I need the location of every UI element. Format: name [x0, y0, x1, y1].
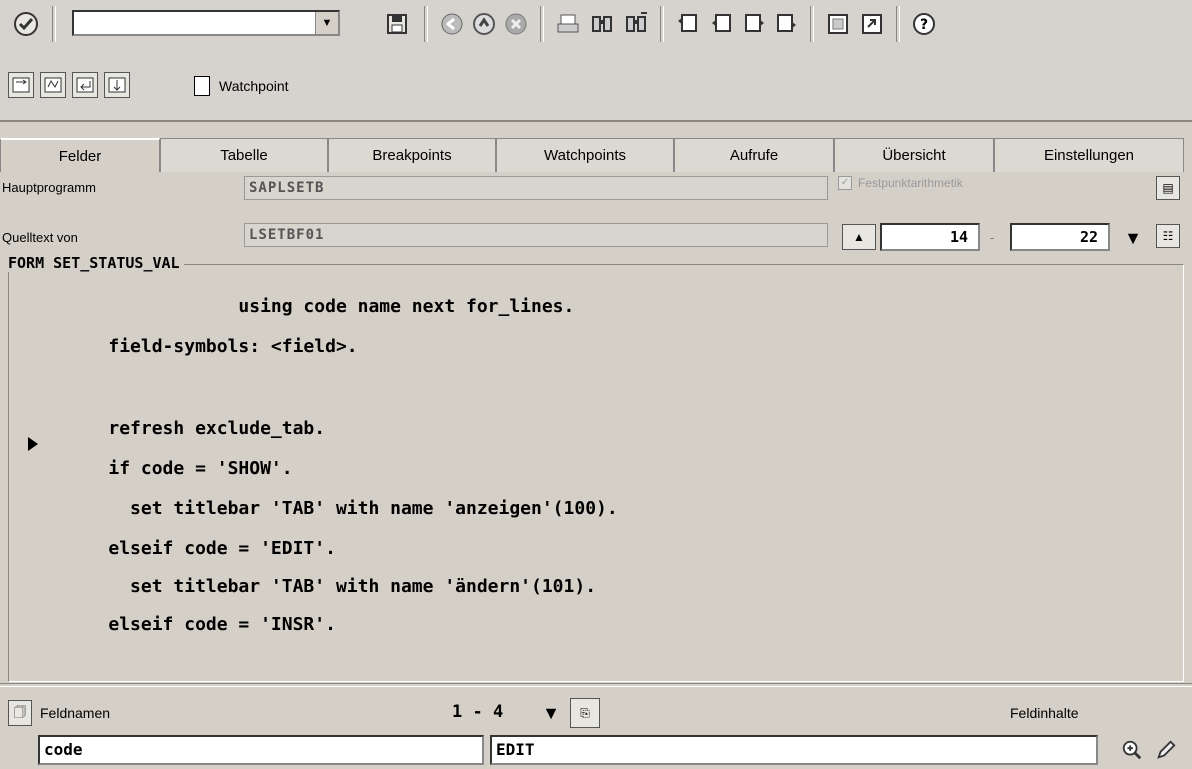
application-toolbar: Watchpoint — [0, 52, 1192, 122]
checkbox-checked-icon: ✓ — [838, 176, 852, 190]
form-title: FORM SET_STATUS_VAL — [8, 254, 184, 272]
code-line[interactable]: using code name next for_lines. — [0, 296, 574, 326]
create-session-icon[interactable] — [824, 10, 852, 38]
scroll-up-icon[interactable]: ▲ — [842, 224, 876, 250]
enter-icon[interactable] — [12, 10, 40, 38]
tab-uebersicht[interactable]: Übersicht — [834, 138, 994, 172]
previous-page-icon[interactable] — [708, 10, 736, 38]
main-program-field: SAPLSETB — [244, 176, 828, 200]
source-code-area: using code name next for_lines. field-sy… — [0, 288, 1192, 668]
field-content-input[interactable]: EDIT — [490, 735, 1098, 765]
line-range-separator: - — [990, 230, 995, 245]
page-icon[interactable]: ⎘ — [570, 698, 600, 728]
line-to-field[interactable]: 22 — [1010, 223, 1110, 251]
zoom-icon[interactable] — [1118, 736, 1146, 764]
system-toolbar: ▼ ? — [0, 0, 1192, 53]
watchpoint-icon[interactable] — [194, 76, 210, 96]
chevron-down-icon[interactable]: ▼ — [315, 12, 338, 34]
main-program-label: Hauptprogramm — [2, 180, 96, 195]
toolbar-separator — [540, 6, 544, 42]
delete-icon[interactable]: 🗍 — [8, 700, 32, 726]
back-icon[interactable] — [438, 10, 466, 38]
toolbar-separator — [660, 6, 664, 42]
fixed-point-checkbox: ✓ Festpunktarithmetik — [838, 176, 963, 190]
source-label: Quelltext von — [2, 230, 78, 245]
code-line[interactable]: set titlebar 'TAB' with name 'anzeigen'(… — [0, 498, 618, 528]
fixed-point-label: Festpunktarithmetik — [858, 176, 963, 190]
toolbar-separator — [424, 6, 428, 42]
edit-pencil-icon[interactable] — [1152, 736, 1180, 764]
save-icon[interactable] — [383, 10, 411, 38]
cancel-icon[interactable] — [502, 10, 530, 38]
tab-aufrufe[interactable]: Aufrufe — [674, 138, 834, 172]
first-page-icon[interactable] — [674, 10, 702, 38]
toolbar-separator — [810, 6, 814, 42]
display-options-icon[interactable]: ▤ — [1156, 176, 1180, 200]
code-line-current[interactable]: refresh exclude_tab. — [0, 418, 325, 448]
exit-icon[interactable] — [470, 10, 498, 38]
code-line[interactable]: if code = 'SHOW'. — [0, 458, 292, 488]
return-icon[interactable] — [72, 72, 98, 98]
toolbar-separator — [896, 6, 900, 42]
continue-icon[interactable] — [104, 72, 130, 98]
tab-strip: Felder Tabelle Breakpoints Watchpoints A… — [0, 138, 1192, 172]
code-line[interactable]: set titlebar 'TAB' with name 'ändern'(10… — [0, 576, 596, 606]
execute-icon[interactable] — [40, 72, 66, 98]
code-line[interactable]: field-symbols: <field>. — [0, 336, 357, 366]
field-contents-label: Feldinhalte — [1010, 705, 1079, 721]
code-line[interactable]: elseif code = 'EDIT'. — [0, 538, 336, 568]
source-settings-icon[interactable]: ☷ — [1156, 224, 1180, 248]
field-name-input[interactable]: code — [38, 735, 484, 765]
divider — [0, 683, 1192, 687]
watchpoint-button-label[interactable]: Watchpoint — [219, 78, 289, 94]
shortcut-icon[interactable] — [858, 10, 886, 38]
command-field-value[interactable] — [74, 12, 78, 28]
tab-breakpoints[interactable]: Breakpoints — [328, 138, 496, 172]
single-step-icon[interactable] — [8, 72, 34, 98]
last-page-icon[interactable] — [772, 10, 800, 38]
find-next-icon[interactable] — [622, 10, 650, 38]
next-page-icon[interactable] — [740, 10, 768, 38]
tab-tabelle[interactable]: Tabelle — [160, 138, 328, 172]
line-from-field[interactable]: 14 — [880, 223, 980, 251]
tab-watchpoints[interactable]: Watchpoints — [496, 138, 674, 172]
find-icon[interactable] — [588, 10, 616, 38]
scroll-down-icon[interactable]: ▼ — [1118, 226, 1148, 250]
chevron-down-icon[interactable]: ▼ — [536, 700, 566, 726]
command-field[interactable]: ▼ — [72, 10, 340, 36]
field-range: 1 - 4 — [452, 702, 504, 722]
help-icon[interactable]: ? — [910, 10, 938, 38]
tab-felder[interactable]: Felder — [0, 138, 160, 172]
toolbar-separator — [52, 6, 56, 42]
field-names-label: Feldnamen — [40, 705, 111, 721]
source-field: LSETBF01 — [244, 223, 828, 247]
print-icon[interactable] — [554, 10, 582, 38]
code-line[interactable]: elseif code = 'INSR'. — [0, 614, 336, 644]
tab-einstellungen[interactable]: Einstellungen — [994, 138, 1184, 172]
svg-text:?: ? — [920, 17, 928, 33]
